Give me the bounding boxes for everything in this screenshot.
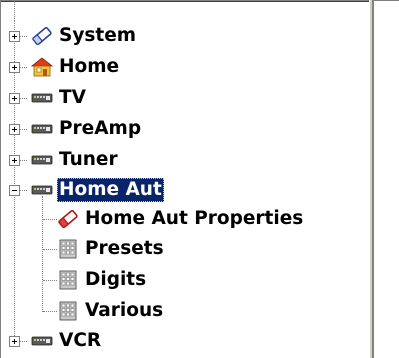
tree-item-home[interactable]: Home bbox=[31, 51, 121, 83]
eraser-icon bbox=[31, 26, 53, 46]
grid-icon bbox=[57, 270, 79, 290]
remote-icon bbox=[31, 150, 53, 170]
tree-item-label: PreAmp bbox=[59, 118, 142, 139]
device-tree[interactable]: System Home TV PreAmp Tuner Home Aut Hom… bbox=[0, 0, 369, 358]
grid-icon bbox=[57, 239, 79, 259]
collapse-home-aut-button[interactable] bbox=[9, 185, 20, 196]
tree-item-label: Digits bbox=[85, 269, 147, 290]
remote-icon bbox=[31, 119, 53, 139]
tree-item-label: Presets bbox=[85, 238, 164, 259]
eraser-icon bbox=[57, 209, 79, 229]
expand-tv-button[interactable] bbox=[9, 93, 20, 104]
house-icon bbox=[31, 57, 53, 77]
remote-icon bbox=[31, 88, 53, 108]
tree-item-system[interactable]: System bbox=[31, 20, 138, 52]
tree-item-label: System bbox=[59, 25, 137, 46]
tree-line bbox=[14, 1, 15, 21]
remote-icon bbox=[31, 331, 53, 351]
expand-home-button[interactable] bbox=[9, 62, 20, 73]
tree-item-digits[interactable]: Digits bbox=[57, 264, 148, 296]
tree-item-tuner[interactable]: Tuner bbox=[31, 144, 120, 176]
tree-item-label: VCR bbox=[59, 330, 102, 351]
expand-system-button[interactable] bbox=[9, 31, 20, 42]
expand-preamp-button[interactable] bbox=[9, 124, 20, 135]
tree-item-preamp[interactable]: PreAmp bbox=[31, 113, 143, 145]
tree-item-label: Home bbox=[59, 56, 120, 77]
window-frame: System Home TV PreAmp Tuner Home Aut Hom… bbox=[0, 0, 399, 358]
tree-item-label: Home Aut Properties bbox=[85, 208, 304, 229]
tree-item-various[interactable]: Various bbox=[57, 295, 165, 327]
expand-tuner-button[interactable] bbox=[9, 155, 20, 166]
tree-item-vcr[interactable]: VCR bbox=[31, 325, 103, 357]
tree-item-label: TV bbox=[59, 87, 86, 108]
tree-item-home-aut[interactable]: Home Aut bbox=[31, 174, 164, 206]
detail-pane bbox=[373, 0, 399, 358]
tree-item-home-aut-properties[interactable]: Home Aut Properties bbox=[57, 203, 305, 235]
expand-vcr-button[interactable] bbox=[9, 336, 20, 347]
tree-item-label: Various bbox=[85, 300, 164, 321]
tree-line bbox=[42, 196, 43, 312]
tree-item-presets[interactable]: Presets bbox=[57, 233, 166, 265]
tree-item-tv[interactable]: TV bbox=[31, 82, 88, 114]
tree-item-label: Tuner bbox=[59, 149, 118, 170]
remote-icon bbox=[31, 180, 53, 200]
grid-icon bbox=[57, 301, 79, 321]
tree-item-label-selected: Home Aut bbox=[57, 178, 164, 202]
